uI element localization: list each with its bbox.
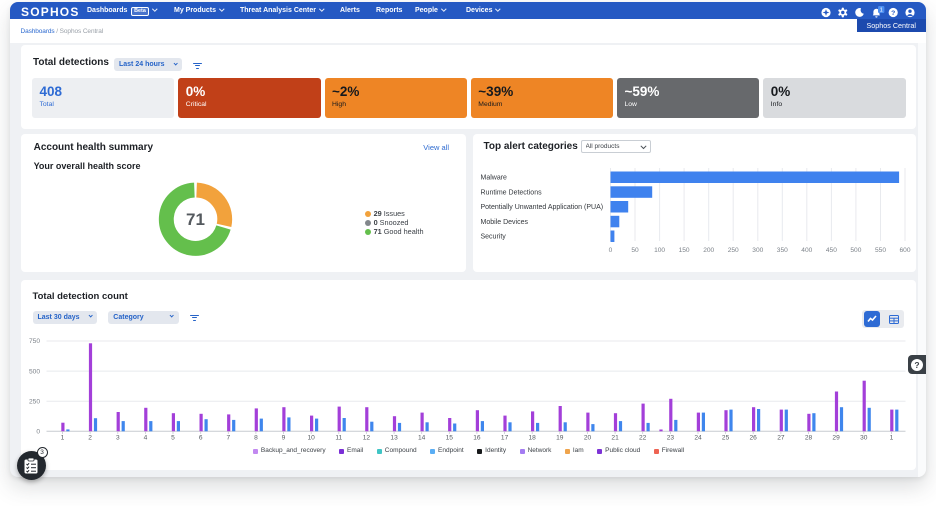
svg-text:71: 71 <box>186 210 205 229</box>
